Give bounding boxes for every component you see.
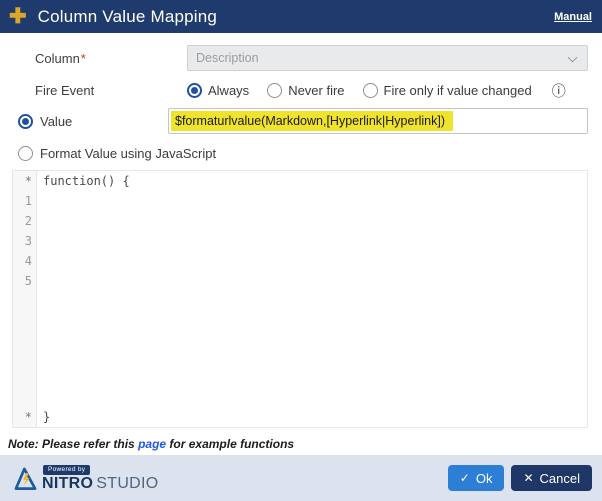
brand-studio: STUDIO [96,474,159,492]
cancel-button[interactable]: ✕ Cancel [511,465,592,491]
gutter-line-number: 4 [24,254,32,268]
column-select-value: Description [196,51,259,65]
fire-event-row: Fire Event Always Never fire Fire only i… [0,82,588,99]
radio-format-js-icon[interactable] [18,145,33,161]
column-label: Column* [35,50,86,66]
logo-text: Powered by NITRO STUDIO [42,464,159,492]
powered-by-badge: Powered by [43,464,91,475]
note-suffix: for example functions [166,437,295,451]
nitro-logo-icon [14,467,37,490]
dialog-footer: Powered by NITRO STUDIO ✓ Ok ✕ Cancel [0,455,602,501]
column-select: Description [187,45,588,71]
gutter-last-marker: * [24,410,32,424]
page-title: Column Value Mapping [37,6,218,26]
brand-name: NITRO STUDIO [42,474,159,492]
close-icon: ✕ [523,471,534,485]
editor-content[interactable]: function() { } [37,171,587,427]
note-prefix: Note: Please refer this [8,437,139,451]
js-code-editor[interactable]: * 1 2 3 4 5 * function() { } [12,170,588,428]
value-input[interactable]: $formaturlvalue(Markdown,[Hyperlink|Hype… [168,108,588,134]
gutter-spacer [13,291,36,407]
code-spacer [37,291,587,407]
radio-fire-only-changed[interactable]: Fire only if value changed [362,83,532,98]
note-page-link[interactable]: page [138,437,166,451]
radio-always[interactable]: Always [187,83,249,98]
code-first-line: function() { [43,174,130,188]
fire-event-radio-group: Always Never fire Fire only if value cha… [187,83,566,98]
value-highlighted-text: $formaturlvalue(Markdown,[Hyperlink|Hype… [171,111,454,131]
value-radio-wrap: Value [0,113,168,129]
code-last-line: } [43,410,51,424]
ok-button[interactable]: ✓ Ok [447,465,505,491]
plus-icon: ✚ [9,5,27,28]
gutter-line-number: 1 [24,194,32,208]
gutter-first-marker: * [24,174,32,188]
gutter-line-number: 5 [24,274,32,288]
brand-nitro: NITRO [42,474,94,492]
note-text: Note: Please refer this page for example… [8,437,588,451]
info-icon[interactable]: ⓘ [552,84,566,98]
manual-link[interactable]: Manual [554,11,592,23]
radio-never-fire-label[interactable]: Never fire [288,83,344,98]
column-row: Column* Description [0,45,588,71]
chevron-down-icon [567,52,578,63]
radio-never-fire[interactable]: Never fire [267,83,345,98]
required-asterisk: * [80,50,86,66]
gutter-line-number: 3 [24,234,32,248]
editor-gutter: * 1 2 3 4 5 * [13,171,37,427]
gutter-line-number: 2 [24,214,32,228]
radio-fire-only-changed-icon[interactable] [362,83,378,98]
radio-always-label[interactable]: Always [208,83,249,98]
dialog-header: ✚ Column Value Mapping Manual [0,0,602,33]
radio-value-label[interactable]: Value [40,114,72,129]
radio-value-icon[interactable] [18,113,33,129]
format-js-row: Format Value using JavaScript [0,145,602,161]
radio-format-js-label[interactable]: Format Value using JavaScript [40,146,216,161]
check-icon: ✓ [459,471,470,485]
value-row: Value $formaturlvalue(Markdown,[Hyperlin… [0,108,588,134]
nitro-studio-logo: Powered by NITRO STUDIO [12,464,159,492]
fire-event-label: Fire Event [35,83,95,98]
cancel-button-label: Cancel [539,470,580,486]
radio-fire-only-changed-label[interactable]: Fire only if value changed [384,83,532,98]
ok-button-label: Ok [475,470,493,486]
radio-never-fire-icon[interactable] [267,83,283,98]
radio-always-icon[interactable] [187,83,202,98]
